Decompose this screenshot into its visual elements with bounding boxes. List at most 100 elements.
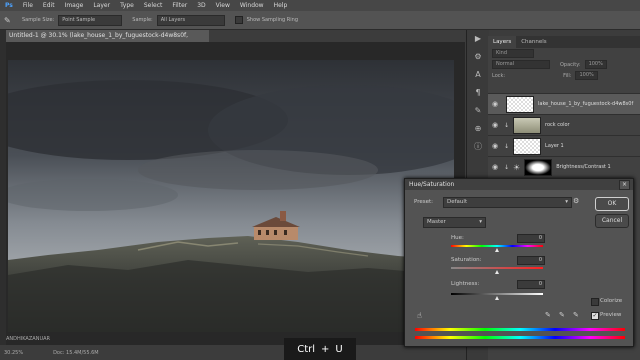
doc-info: Doc: 15.4M/55.6M xyxy=(53,349,99,356)
panel-tabs: Layers Channels xyxy=(488,36,640,48)
layer-row[interactable]: ◉ lake_house_1_by_fuguestock-d4w8s0f xyxy=(488,93,640,114)
lightness-value-field[interactable]: 0 xyxy=(517,280,545,289)
clip-arrow-icon: ↓ xyxy=(504,121,510,129)
eye-icon[interactable]: ◉ xyxy=(488,163,502,171)
dialog-title: Hue/Saturation xyxy=(409,181,455,188)
info-icon[interactable]: ⓘ xyxy=(467,138,489,156)
hue-saturation-dialog: Hue/Saturation × Preset: Default ▾ ⚙ OK … xyxy=(404,178,634,347)
zoom-level[interactable]: 30.25% xyxy=(4,350,23,356)
ok-button[interactable]: OK xyxy=(595,197,629,211)
tab-channels[interactable]: Channels xyxy=(516,36,551,48)
layer-thumbnail xyxy=(513,137,542,155)
play-icon[interactable]: ▶ xyxy=(467,30,489,48)
menu-type[interactable]: Type xyxy=(115,0,139,11)
menu-edit[interactable]: Edit xyxy=(38,0,60,11)
layer-name: rock color xyxy=(545,122,570,128)
cancel-button[interactable]: Cancel xyxy=(595,214,629,228)
colorize-checkbox[interactable] xyxy=(591,298,599,306)
show-ring-checkbox[interactable] xyxy=(234,16,243,24)
menu-view[interactable]: View xyxy=(211,0,235,11)
close-icon[interactable]: × xyxy=(619,180,630,190)
menu-layer[interactable]: Layer xyxy=(88,0,115,11)
saturation-slider-track[interactable] xyxy=(451,267,543,269)
options-bar: ✎ Sample Size: Point Sample Sample: All … xyxy=(0,11,640,30)
hue-slider-thumb[interactable] xyxy=(494,248,499,252)
lock-label: Lock: xyxy=(492,72,506,79)
chevron-down-icon: ▾ xyxy=(479,219,482,225)
sample-size-select[interactable]: Point Sample xyxy=(58,14,123,26)
shortcut-key-ctrl: Ctrl xyxy=(297,343,316,355)
eyedropper-add-icon[interactable]: ✎ xyxy=(559,311,565,319)
eyedropper-icon[interactable]: ✎ xyxy=(545,311,551,319)
input-color-bar xyxy=(415,328,625,331)
dialog-titlebar[interactable]: Hue/Saturation × xyxy=(405,179,633,190)
preset-select[interactable]: Default ▾ xyxy=(443,197,572,208)
layer-name: Layer 1 xyxy=(545,143,564,149)
menu-image[interactable]: Image xyxy=(60,0,89,11)
preview-label: Preview xyxy=(600,312,622,318)
eye-icon[interactable]: ◉ xyxy=(488,100,502,108)
layer-thumbnail xyxy=(506,95,534,113)
preset-value: Default xyxy=(447,199,468,205)
opacity-label: Opacity: xyxy=(560,61,581,68)
menu-select[interactable]: Select xyxy=(139,0,168,11)
fill-label: Fill: xyxy=(563,72,572,79)
menu-bar: Ps File Edit Image Layer Type Select Fil… xyxy=(0,0,640,11)
eye-icon[interactable]: ◉ xyxy=(488,121,502,129)
preset-label: Preset: xyxy=(414,199,434,205)
lightness-slider-thumb[interactable] xyxy=(494,296,499,300)
paragraph-icon[interactable]: ¶ xyxy=(467,84,489,102)
adjustment-icon: ☀ xyxy=(513,162,521,172)
kind-filter-select[interactable]: Kind xyxy=(492,49,534,58)
sample-size-label: Sample Size: xyxy=(22,17,55,23)
saturation-slider-thumb[interactable] xyxy=(494,270,499,274)
sample-select[interactable]: All Layers xyxy=(156,14,225,26)
status-bar: 30.25% Doc: 15.4M/55.6M xyxy=(0,345,470,360)
opacity-field[interactable]: 100% xyxy=(584,60,607,69)
sample-label: Sample: xyxy=(132,17,153,23)
layer-row[interactable]: ◉ ↓ rock color xyxy=(488,114,640,135)
gear-icon[interactable]: ⚙ xyxy=(573,197,579,205)
eyedropper-tool-icon[interactable]: ✎ xyxy=(4,16,18,25)
layer-name: lake_house_1_by_fuguestock-d4w8s0f xyxy=(538,101,634,107)
channel-select[interactable]: Master ▾ xyxy=(423,217,486,228)
hue-slider-track[interactable] xyxy=(451,245,543,247)
document-tab[interactable]: Untitled-1 @ 30.1% (lake_house_1_by_fugu… xyxy=(6,30,209,51)
hand-adjust-icon[interactable]: ☝ xyxy=(417,311,422,320)
colorize-label: Colorize xyxy=(600,298,623,304)
tab-layers[interactable]: Layers xyxy=(488,36,517,48)
layer-row[interactable]: ◉ ↓ ☀ Brightness/Contrast 1 xyxy=(488,156,640,177)
clone-icon[interactable]: ⊕ xyxy=(467,120,489,138)
menu-file[interactable]: File xyxy=(18,0,38,11)
hue-value-field[interactable]: 0 xyxy=(517,234,545,243)
menu-3d[interactable]: 3D xyxy=(192,0,210,11)
saturation-value-field[interactable]: 0 xyxy=(517,256,545,265)
character-icon[interactable]: A xyxy=(467,66,489,84)
channel-value: Master xyxy=(427,219,446,225)
menu-help[interactable]: Help xyxy=(269,0,293,11)
blend-row: Normal Opacity: 100% xyxy=(488,59,640,70)
preview-checkbox[interactable]: ✓ xyxy=(591,312,599,320)
eye-icon[interactable]: ◉ xyxy=(488,142,502,150)
fill-field[interactable]: 100% xyxy=(575,71,598,80)
watermark: ANDHIKAZANUAR xyxy=(6,336,50,342)
document-image[interactable] xyxy=(8,60,454,332)
clip-arrow-icon: ↓ xyxy=(504,142,510,150)
filter-row: Kind xyxy=(488,48,640,59)
menu-filter[interactable]: Filter xyxy=(167,0,192,11)
eyedropper-subtract-icon[interactable]: ✎ xyxy=(573,311,579,319)
brush-icon[interactable]: ✎ xyxy=(467,102,489,120)
show-ring-label: Show Sampling Ring xyxy=(246,17,299,23)
ps-logo[interactable]: Ps xyxy=(0,0,18,11)
layer-row[interactable]: ◉ ↓ Layer 1 xyxy=(488,135,640,156)
hue-label: Hue: xyxy=(451,235,464,241)
menu-window[interactable]: Window xyxy=(235,0,269,11)
shortcut-key-u: U xyxy=(335,343,343,355)
blend-mode-select[interactable]: Normal xyxy=(492,60,550,69)
shortcut-plus: + xyxy=(321,343,330,355)
mask-thumbnail xyxy=(524,158,553,176)
adjust-icon[interactable]: ⚙ xyxy=(467,48,489,66)
lock-row: Lock: Fill: 100% xyxy=(488,70,640,81)
lightness-slider-track[interactable] xyxy=(451,293,543,295)
lightness-label: Lightness: xyxy=(451,281,480,287)
